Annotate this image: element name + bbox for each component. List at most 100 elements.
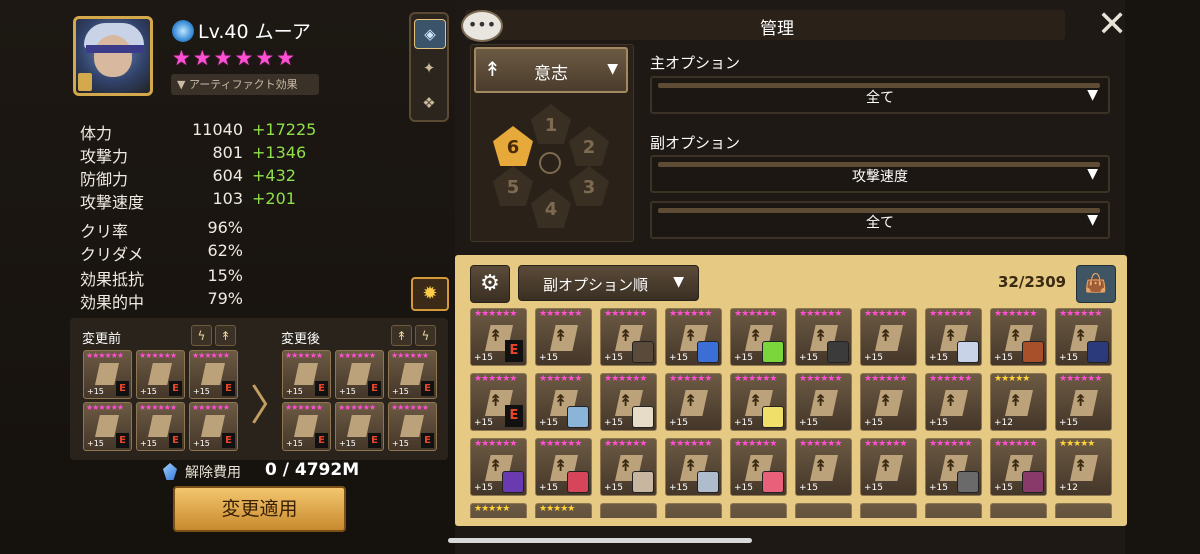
apply-changes-button[interactable]: 変更適用 — [173, 486, 346, 532]
rune-card[interactable]: ★★★★★★ ↟ +15 — [600, 308, 657, 366]
rune-bag-icon[interactable]: 👜 — [1076, 265, 1116, 303]
rune-stars: ★★★★★★ — [139, 403, 177, 412]
rune-card[interactable]: ★★★★★ — [535, 503, 592, 518]
will-set-icon: ↟ — [814, 326, 828, 345]
rune-card[interactable]: ★★★★★★ ↟ +15 — [730, 438, 787, 496]
rune-card[interactable] — [730, 503, 787, 518]
equipped-mark: E — [116, 381, 129, 396]
rune-tab-icon[interactable]: ◈ — [414, 19, 446, 49]
rune-card[interactable] — [600, 503, 657, 518]
artifact-tab-icon[interactable]: ❖ — [414, 89, 444, 117]
will-set-icon: ↟ — [619, 391, 633, 410]
rune-card[interactable] — [990, 503, 1047, 518]
rune-card[interactable]: ★★★★★★ ↟ +15 — [535, 308, 592, 366]
stat-bonus-value: +1346 — [252, 143, 307, 162]
rune-card[interactable]: ★★★★★ ↟ +12 — [990, 373, 1047, 431]
chat-bubble-icon[interactable]: ••• — [461, 10, 503, 42]
rune-card[interactable]: ★★★★★★ ↟ +15 — [860, 308, 917, 366]
rune-level: +15 — [193, 439, 210, 448]
rune-level: +15 — [140, 439, 157, 448]
rune-stars: ★★★★★★ — [604, 439, 647, 449]
rune-stars: ★★★★★ — [539, 504, 575, 514]
rune-card[interactable]: ★★★★★★ ↟ +15 — [1055, 308, 1112, 366]
rune-card[interactable]: ★★★★★★ ↟ +15 — [925, 438, 982, 496]
equipped-monster-avatar — [957, 471, 979, 493]
rune-card[interactable] — [925, 503, 982, 518]
sort-dropdown[interactable]: 副オプション順 ▼ — [518, 265, 699, 301]
will-set-icon: ↟ — [879, 456, 893, 475]
equipped-monster-avatar — [502, 471, 524, 493]
rune-card[interactable]: ★★★★★★ ↟ +15 — [600, 438, 657, 496]
stat-base-value: 11040 — [192, 120, 243, 139]
rune-card[interactable]: ★★★★★★ ↟ +15 — [665, 373, 722, 431]
rune-card[interactable]: ★★★★★★ ↟ +15 — [730, 308, 787, 366]
gear-icon[interactable]: ⚙ — [470, 265, 510, 303]
compare-rune-slot[interactable]: ★★★★★★ +15 E — [189, 350, 238, 399]
compare-rune-slot[interactable]: ★★★★★★ +15 E — [189, 402, 238, 451]
rune-card[interactable] — [860, 503, 917, 518]
rune-set-effect-button[interactable]: ✹ — [411, 277, 449, 311]
stat-label: 体力 — [80, 124, 113, 143]
rune-card[interactable]: ★★★★★★ ↟ +15 — [535, 373, 592, 431]
will-set-icon: ↟ — [554, 456, 568, 475]
compare-rune-slot[interactable]: ★★★★★★ +15 E — [136, 402, 185, 451]
will-set-icon: ↟ — [944, 456, 958, 475]
rune-card[interactable]: ★★★★★★ ↟ +15 — [795, 438, 852, 496]
equipped-mark: E — [368, 433, 381, 448]
rune-card[interactable]: ★★★★★★ ↟ +15 — [990, 438, 1047, 496]
unequip-cost-label: 解除費用 — [185, 465, 241, 481]
rune-set-dropdown[interactable]: ↟ 意志 ▼ — [474, 47, 628, 93]
rune-card[interactable]: ★★★★★★ ↟ +15 — [730, 373, 787, 431]
main-option-dropdown[interactable]: 全て ▼ — [650, 76, 1110, 114]
rune-level: +15 — [669, 418, 688, 428]
close-icon[interactable]: ✕ — [1097, 4, 1127, 45]
rune-card[interactable] — [795, 503, 852, 518]
rune-card[interactable]: ★★★★★ ↟ +12 — [1055, 438, 1112, 496]
compare-rune-slot[interactable]: ★★★★★★ +15 E — [335, 402, 384, 451]
compare-rune-slot[interactable]: ★★★★★★ +15 E — [388, 350, 437, 399]
rune-card[interactable]: ★★★★★★ ↟ +15 — [470, 438, 527, 496]
rune-card[interactable]: ★★★★★★ ↟ +15 — [860, 438, 917, 496]
rune-card[interactable]: ★★★★★★ ↟ +15 — [795, 373, 852, 431]
rune-card[interactable] — [665, 503, 722, 518]
artifact-effect-toggle[interactable]: ▼ アーティファクト効果 — [171, 74, 319, 95]
rune-card[interactable]: ★★★★★★ ↟ +15 — [925, 373, 982, 431]
rune-card[interactable]: ★★★★★★ ↟ +15 E — [470, 308, 527, 366]
compare-rune-slot[interactable]: ★★★★★★ +15 E — [282, 402, 331, 451]
will-set-icon: ↟ — [749, 456, 763, 475]
rune-card[interactable]: ★★★★★★ ↟ +15 — [1055, 373, 1112, 431]
rune-card[interactable]: ★★★★★★ ↟ +15 — [665, 308, 722, 366]
equipped-mark: E — [315, 433, 328, 448]
stat-label: クリダメ — [80, 245, 144, 264]
rune-card[interactable]: ★★★★★★ ↟ +15 E — [470, 373, 527, 431]
rune-card[interactable]: ★★★★★★ ↟ +15 — [860, 373, 917, 431]
compare-rune-slot[interactable]: ★★★★★★ +15 E — [83, 402, 132, 451]
sub-option-dropdown-2[interactable]: 全て ▼ — [650, 201, 1110, 239]
rune-card[interactable] — [1055, 503, 1112, 518]
rune-stars: ★★★★★ — [1059, 439, 1095, 449]
compare-rune-slot[interactable]: ★★★★★★ +15 E — [335, 350, 384, 399]
sub-option-dropdown-1[interactable]: 攻撃速度 ▼ — [650, 155, 1110, 193]
equipped-monster-avatar — [632, 406, 654, 428]
rune-card[interactable]: ★★★★★★ ↟ +15 — [795, 308, 852, 366]
rune-card[interactable]: ★★★★★★ ↟ +15 — [925, 308, 982, 366]
rune-card[interactable]: ★★★★★★ ↟ +15 — [990, 308, 1047, 366]
rune-level: +15 — [474, 418, 493, 428]
rune-stars: ★★★★★★ — [669, 374, 712, 384]
equipped-monster-avatar — [632, 341, 654, 363]
rune-level: +15 — [87, 387, 104, 396]
rune-card[interactable]: ★★★★★★ ↟ +15 — [535, 438, 592, 496]
compare-rune-slot[interactable]: ★★★★★★ +15 E — [388, 402, 437, 451]
rune-card[interactable]: ★★★★★★ ↟ +15 — [665, 438, 722, 496]
all-slots-target-icon[interactable] — [539, 152, 561, 174]
compare-rune-slot[interactable]: ★★★★★★ +15 E — [282, 350, 331, 399]
monster-portrait[interactable] — [73, 16, 153, 96]
rune-stars: ★★★★★★ — [86, 403, 124, 412]
compare-rune-slot[interactable]: ★★★★★★ +15 E — [83, 350, 132, 399]
compare-rune-slot[interactable]: ★★★★★★ +15 E — [136, 350, 185, 399]
rune-card[interactable]: ★★★★★★ ↟ +15 — [600, 373, 657, 431]
rune-stars: ★★★★★★ — [604, 309, 647, 319]
skill-tab-icon[interactable]: ✦ — [414, 54, 444, 82]
rune-card[interactable]: ★★★★★ — [470, 503, 527, 518]
will-set-icon: ↟ — [489, 391, 503, 410]
